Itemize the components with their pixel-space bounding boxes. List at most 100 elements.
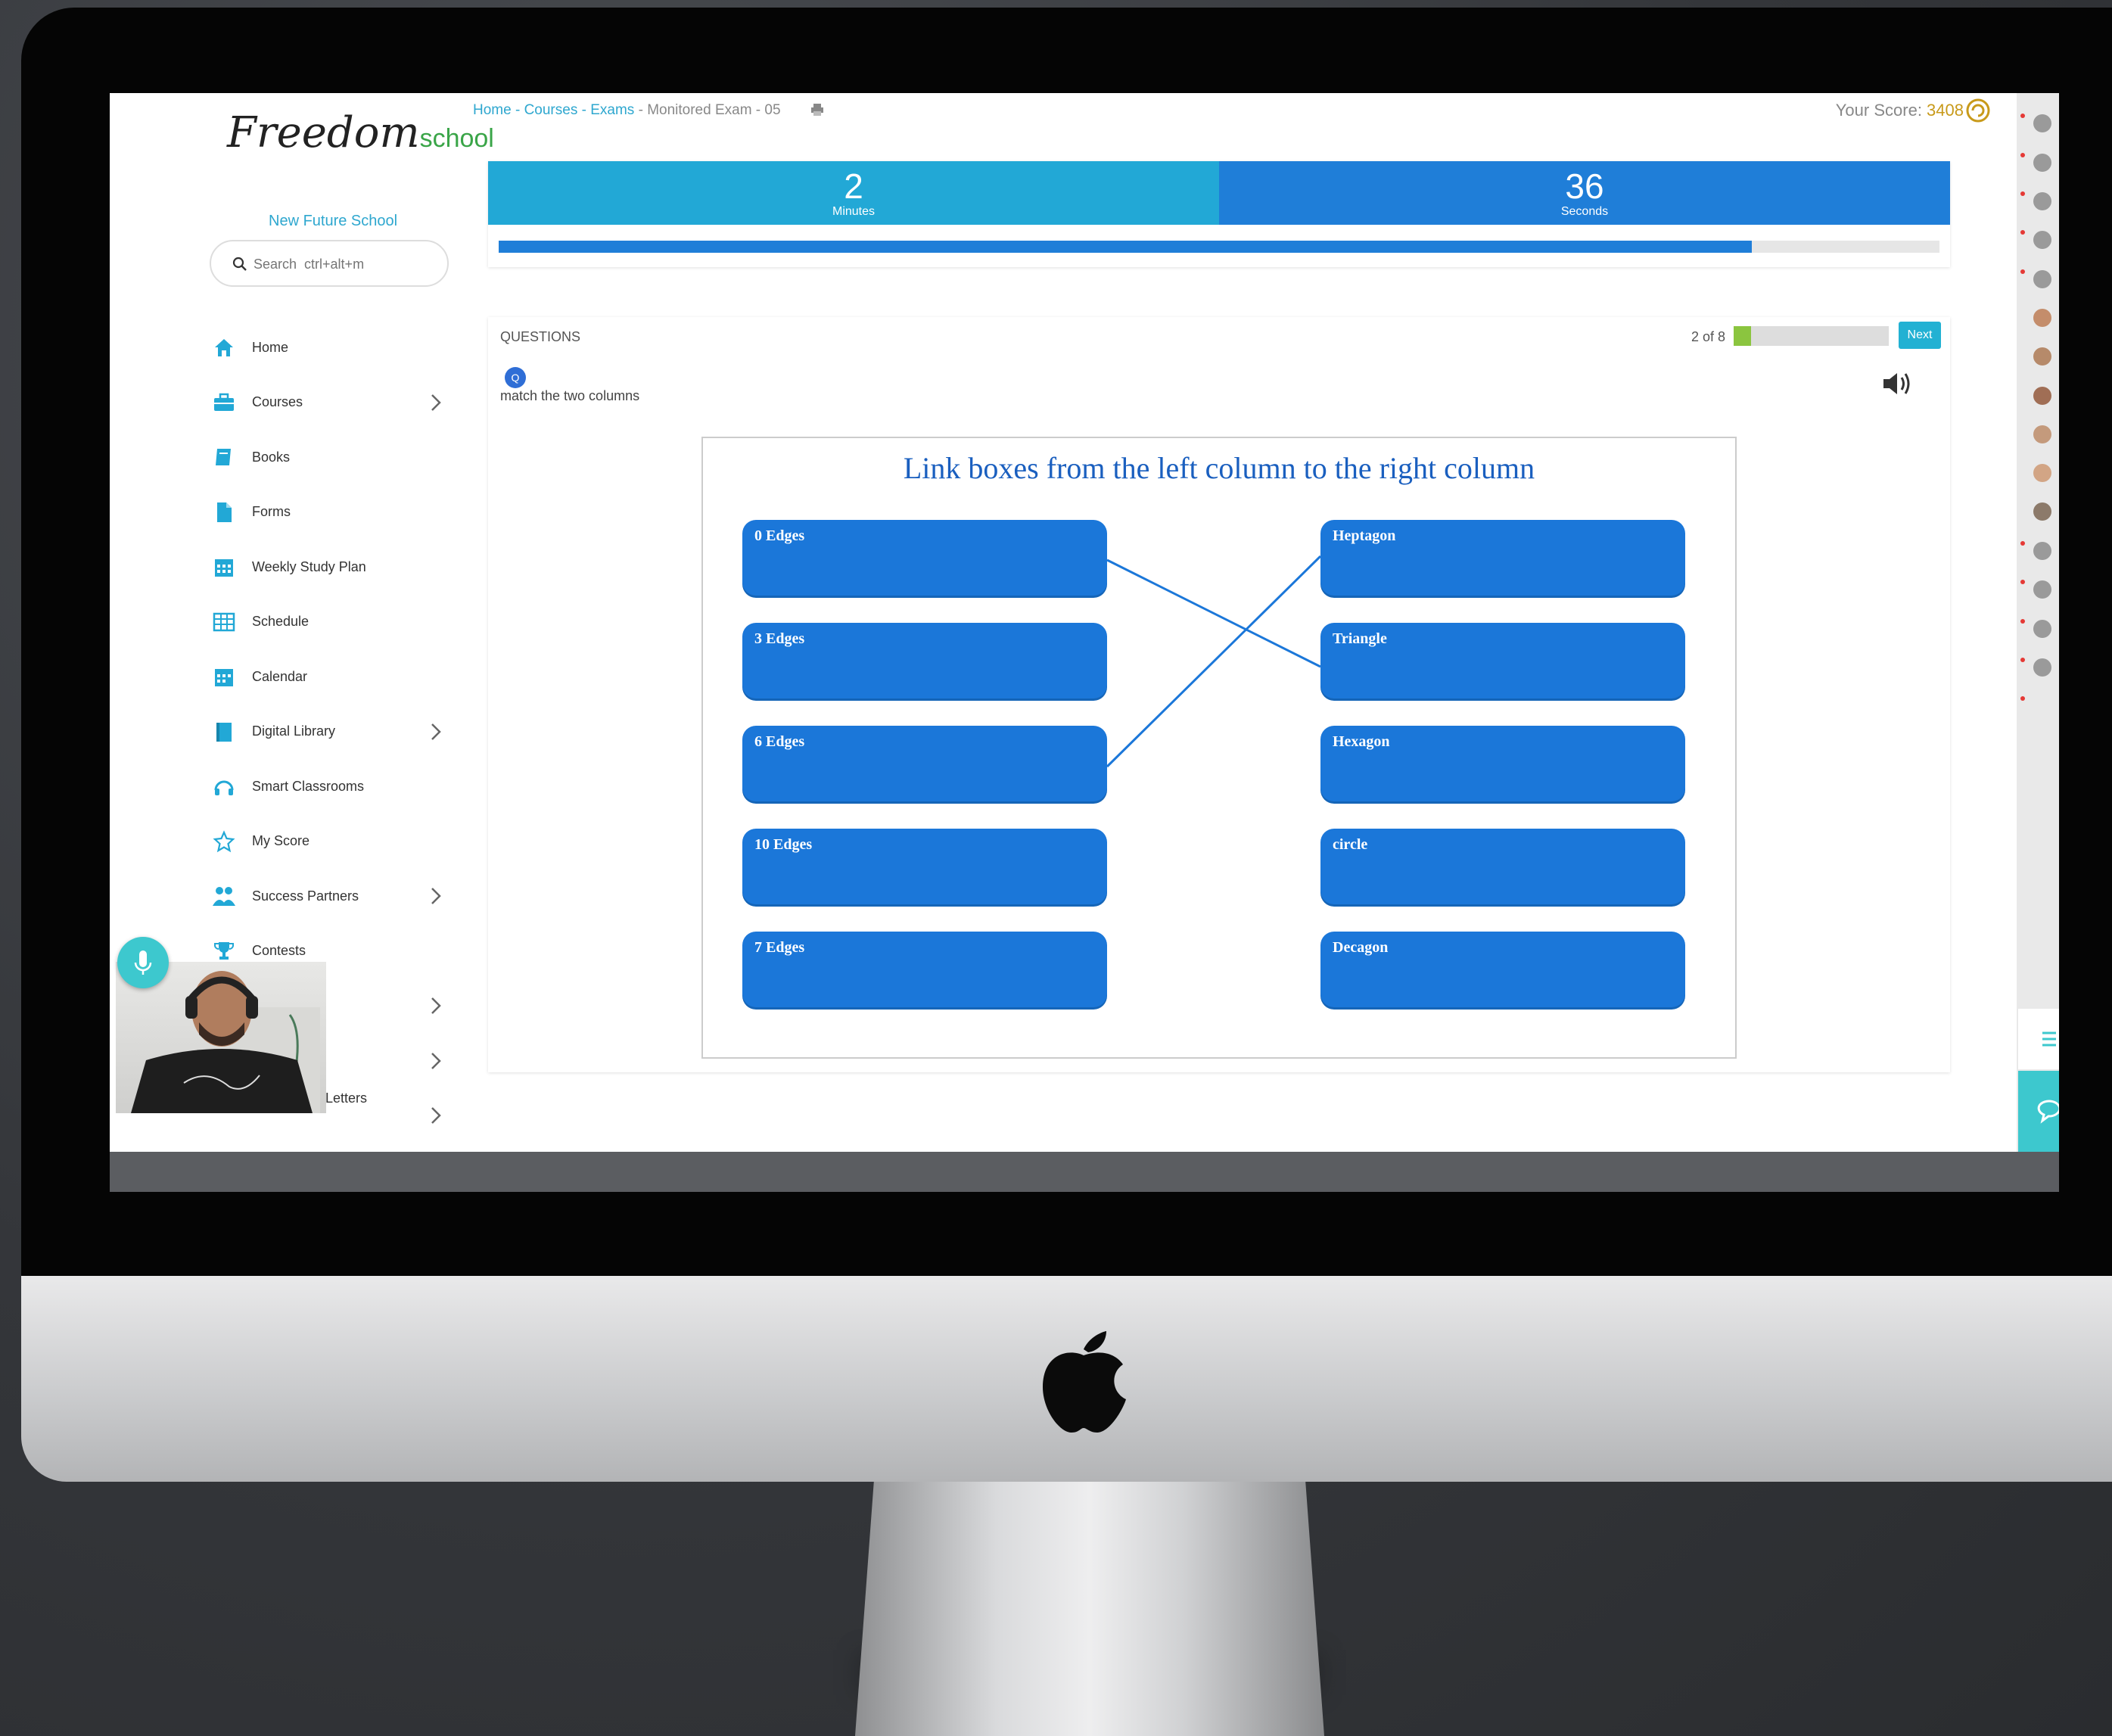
partners-icon bbox=[211, 883, 237, 909]
participants-column bbox=[2017, 93, 2059, 1153]
sidebar-item-courses[interactable]: Courses bbox=[208, 375, 458, 431]
participant-avatars bbox=[2020, 114, 2051, 701]
sidebar-item-home[interactable]: Home bbox=[208, 320, 458, 375]
sidebar-item-digital-library[interactable]: Digital Library bbox=[208, 705, 458, 760]
headphones-icon bbox=[211, 773, 237, 799]
sidebar-item-letters-label: Letters bbox=[325, 1090, 368, 1106]
participant-avatar-icon bbox=[2033, 464, 2051, 482]
school-name: New Future School bbox=[269, 213, 398, 229]
participant-avatar-icon bbox=[2033, 270, 2051, 288]
right-box-heptagon[interactable]: Heptagon bbox=[1320, 520, 1685, 596]
trophy-icon bbox=[211, 938, 237, 964]
timer-minutes-label: Minutes bbox=[832, 205, 876, 218]
search-icon bbox=[232, 257, 247, 271]
right-box-triangle[interactable]: Triangle bbox=[1320, 623, 1685, 698]
participant-avatar-icon bbox=[2033, 231, 2051, 249]
sidebar-item-success-partners[interactable]: Success Partners bbox=[208, 869, 458, 924]
sidebar-item-label: Forms bbox=[252, 504, 291, 520]
left-box-6-edges[interactable]: 6 Edges bbox=[742, 726, 1107, 801]
questions-header: QUESTIONS bbox=[500, 329, 581, 344]
sidebar-item-label: Contests bbox=[252, 943, 306, 959]
left-box-0-edges[interactable]: 0 Edges bbox=[742, 520, 1107, 596]
microphone-button[interactable] bbox=[117, 937, 169, 988]
print-icon[interactable] bbox=[810, 102, 825, 117]
calendar-icon bbox=[211, 554, 237, 580]
sidebar-item-my-score[interactable]: My Score bbox=[208, 814, 458, 870]
chevron-right-icon[interactable] bbox=[428, 885, 444, 907]
timer-minutes: 2 Minutes bbox=[488, 161, 1219, 225]
home-icon bbox=[211, 334, 237, 360]
breadcrumb: Home - Courses - Exams - Monitored Exam … bbox=[473, 102, 781, 119]
status-dot bbox=[2020, 191, 2025, 196]
breadcrumb-separator: - bbox=[634, 102, 648, 118]
participant-avatar-icon bbox=[2033, 309, 2051, 327]
sidebar-item-forms[interactable]: Forms bbox=[208, 485, 458, 540]
breadcrumb-courses[interactable]: Courses bbox=[524, 102, 578, 118]
timer-minutes-value: 2 bbox=[844, 166, 863, 206]
right-box-hexagon[interactable]: Hexagon bbox=[1320, 726, 1685, 801]
search-input[interactable] bbox=[254, 252, 435, 276]
next-button[interactable]: Next bbox=[1899, 322, 1941, 349]
chevron-right-icon[interactable] bbox=[428, 995, 444, 1016]
document-icon bbox=[211, 499, 237, 525]
chevron-right-icon[interactable] bbox=[428, 1105, 444, 1126]
breadcrumb-separator: - bbox=[511, 102, 524, 118]
search-box[interactable] bbox=[210, 240, 449, 287]
participant-avatar-icon bbox=[2033, 658, 2051, 677]
timer-seconds-label: Seconds bbox=[1560, 205, 1609, 218]
left-box-7-edges[interactable]: 7 Edges bbox=[742, 932, 1107, 1007]
sidebar-item-smart-classrooms[interactable]: Smart Classrooms bbox=[208, 759, 458, 814]
participant-avatar-icon bbox=[2033, 502, 2051, 521]
library-icon bbox=[211, 719, 237, 745]
participant-avatar-icon bbox=[2033, 192, 2051, 210]
list-tab[interactable] bbox=[2018, 1009, 2059, 1069]
participant-avatar-icon bbox=[2033, 542, 2051, 560]
breadcrumb-home[interactable]: Home bbox=[473, 102, 512, 118]
left-box-3-edges[interactable]: 3 Edges bbox=[742, 623, 1107, 698]
sidebar-item-schedule[interactable]: Schedule bbox=[208, 595, 458, 650]
chat-icon bbox=[2037, 1100, 2059, 1124]
sidebar-item-calendar[interactable]: Calendar bbox=[208, 649, 458, 705]
sidebar-item-label: Calendar bbox=[252, 668, 308, 684]
timer-progress-fill bbox=[499, 241, 1753, 253]
question-text: match the two columns bbox=[500, 388, 640, 403]
participant-avatar-icon bbox=[2033, 425, 2051, 443]
star-icon bbox=[211, 829, 237, 854]
exam-timer: 2 Minutes 36 Seconds bbox=[488, 161, 1950, 267]
question-counter: 2 of 8 bbox=[1691, 329, 1726, 344]
sidebar-item-books[interactable]: Books bbox=[208, 430, 458, 485]
chat-tab[interactable] bbox=[2018, 1071, 2059, 1153]
participant-avatar-icon bbox=[2033, 387, 2051, 405]
score-label: Your Score: bbox=[1835, 101, 1927, 120]
timer-progress-bar bbox=[499, 241, 1939, 253]
chevron-right-icon[interactable] bbox=[428, 1050, 444, 1072]
microphone-icon bbox=[134, 950, 152, 975]
right-box-decagon[interactable]: Decagon bbox=[1320, 932, 1685, 1007]
score-display: Your Score: 3408 bbox=[1836, 101, 1964, 120]
participant-avatar-icon bbox=[2033, 580, 2051, 599]
sidebar-item-label: My Score bbox=[252, 833, 310, 849]
left-box-10-edges[interactable]: 10 Edges bbox=[742, 829, 1107, 904]
status-dot bbox=[2020, 114, 2025, 118]
right-box-circle[interactable]: circle bbox=[1320, 829, 1685, 904]
matching-instruction: Link boxes from the left column to the r… bbox=[903, 451, 1535, 485]
sidebar-item-label: Digital Library bbox=[252, 723, 336, 739]
sidebar-item-label: Schedule bbox=[252, 614, 309, 630]
school-logo[interactable]: Freedomschool bbox=[227, 108, 494, 169]
chevron-right-icon[interactable] bbox=[428, 721, 444, 742]
apple-logo-icon bbox=[1043, 1331, 1126, 1433]
speaker-icon[interactable] bbox=[1880, 369, 1914, 399]
status-dot bbox=[2020, 541, 2025, 546]
breadcrumb-exams[interactable]: Exams bbox=[590, 102, 634, 118]
participant-avatar-icon bbox=[2033, 114, 2051, 132]
status-dot bbox=[2020, 696, 2025, 701]
participant-avatar-icon bbox=[2033, 620, 2051, 638]
chevron-right-icon[interactable] bbox=[428, 392, 444, 413]
sidebar-item-weekly-study-plan[interactable]: Weekly Study Plan bbox=[208, 540, 458, 595]
status-dot bbox=[2020, 230, 2025, 235]
screen-bottom-edge bbox=[110, 1152, 2059, 1192]
sidebar-item-label: Courses bbox=[252, 394, 303, 410]
link-line-6-edges-heptagon bbox=[1106, 555, 1322, 768]
matching-area: Link boxes from the left column to the r… bbox=[701, 437, 1737, 1059]
status-dot bbox=[2020, 269, 2025, 274]
